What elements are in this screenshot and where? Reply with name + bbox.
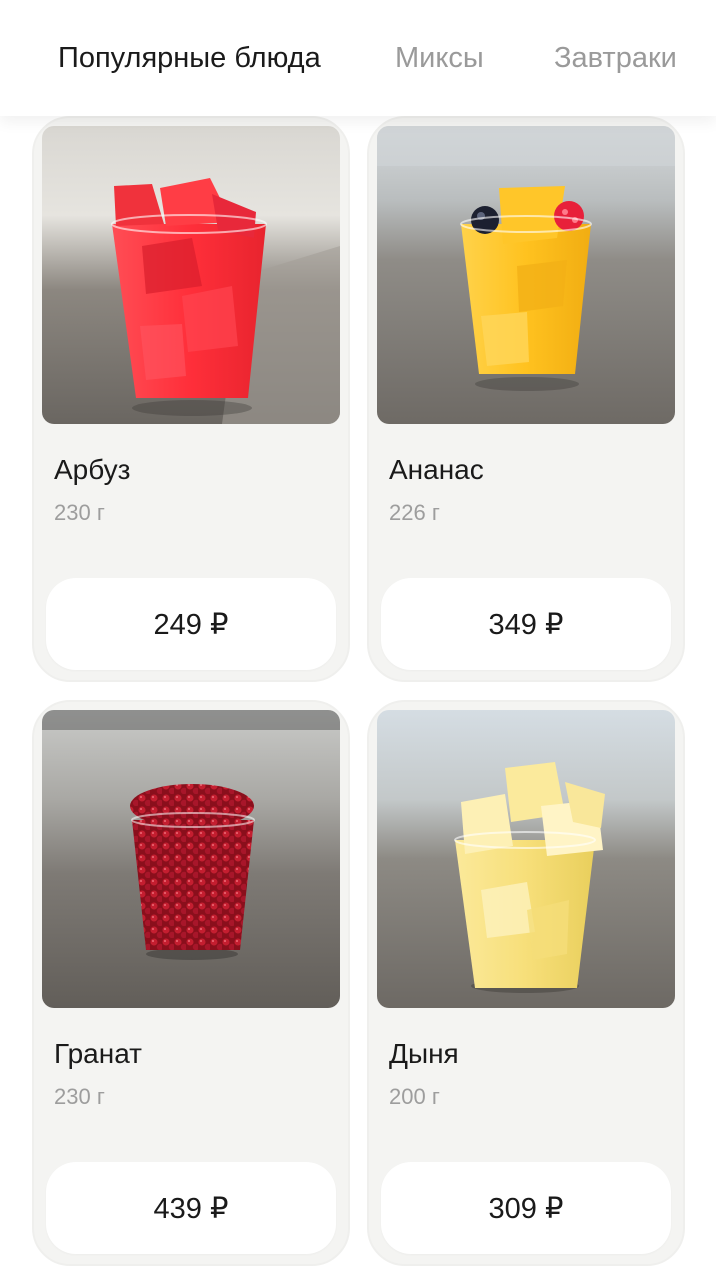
price-button[interactable]: 349 ₽: [381, 578, 671, 670]
price-button[interactable]: 249 ₽: [46, 578, 336, 670]
tab-breakfasts[interactable]: Завтраки: [554, 38, 677, 78]
product-name: Ананас: [389, 454, 484, 485]
product-name: Гранат: [54, 1038, 142, 1069]
product-card[interactable]: Ананас 226 г 349 ₽: [367, 116, 685, 682]
product-card[interactable]: Дыня 200 г 309 ₽: [367, 700, 685, 1266]
category-tabs: Популярные блюда Миксы Завтраки: [0, 0, 716, 116]
product-card[interactable]: Арбуз 230 г 249 ₽: [32, 116, 350, 682]
product-weight: 230 г: [54, 1084, 105, 1109]
product-card[interactable]: Гранат 230 г 439 ₽: [32, 700, 350, 1266]
tab-popular[interactable]: Популярные блюда: [58, 38, 321, 78]
melon-cup-photo[interactable]: [377, 710, 675, 1008]
product-weight: 230 г: [54, 500, 105, 525]
watermelon-cup-photo[interactable]: [42, 126, 340, 424]
price-button[interactable]: 309 ₽: [381, 1162, 671, 1254]
product-weight: 200 г: [389, 1084, 440, 1109]
tab-mixes[interactable]: Миксы: [395, 38, 484, 78]
price-button[interactable]: 439 ₽: [46, 1162, 336, 1254]
product-name: Арбуз: [54, 454, 131, 485]
pomegranate-cup-photo[interactable]: [42, 710, 340, 1008]
product-weight: 226 г: [389, 500, 440, 525]
product-grid: Арбуз 230 г 249 ₽ Ананас 226 г 349 ₽ Гра…: [0, 0, 716, 1280]
product-name: Дыня: [389, 1038, 459, 1069]
pineapple-cup-photo[interactable]: [377, 126, 675, 424]
